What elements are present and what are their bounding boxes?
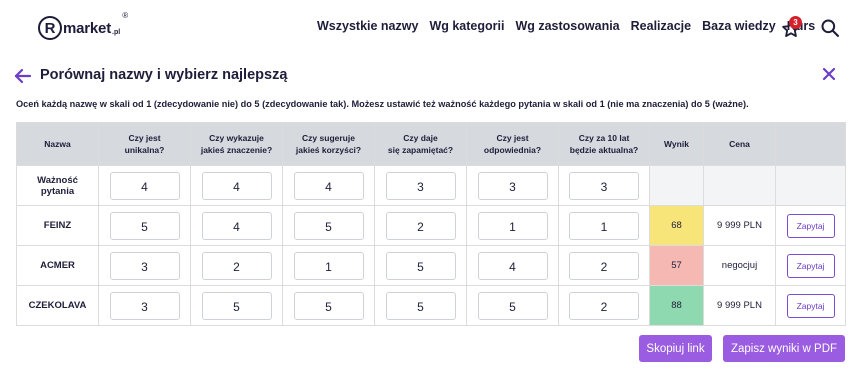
copy-link-button[interactable]: Skopiuj link [639, 335, 712, 362]
logo-suffix: .pl [112, 28, 121, 36]
save-pdf-button[interactable]: Zapisz wyniki w PDF [723, 335, 845, 362]
rating-input[interactable]: 2 [201, 251, 272, 280]
score-cell: 88 [649, 285, 704, 326]
rating-input[interactable]: 2 [569, 251, 639, 280]
rating-input[interactable]: 5 [385, 251, 456, 280]
row-name: ACMER [16, 245, 99, 286]
price-cell: 9 999 PLN [703, 205, 776, 246]
header-memorable: Czy daje się zapamiętać? [374, 122, 467, 166]
header-meaning: Czy wykazuje jakieś znaczenie? [190, 122, 283, 166]
row-name: CZEKOLAVA [16, 285, 99, 326]
rating-input[interactable]: 3 [109, 291, 180, 320]
header: R market .pl ® Wszystkie nazwy Wg katego… [0, 0, 861, 56]
rating-input[interactable]: 1 [569, 211, 639, 240]
table-header-row: Nazwa Czy jest unikalna? Czy wykazuje jaki… [16, 122, 846, 166]
logo[interactable]: R market .pl ® [38, 11, 128, 42]
weights-label: Ważność pytania [16, 165, 99, 206]
rating-input[interactable]: 5 [293, 291, 364, 320]
weight-input-1[interactable]: 4 [109, 171, 180, 200]
price-cell: negocjuj [703, 245, 776, 286]
page-title: Porównaj nazwy i wybierz najlepszą [40, 67, 288, 83]
instructions-text: Oceń każdą nazwę w skali od 1 (zdecydowa… [16, 99, 749, 109]
ask-button[interactable]: Zapytaj [786, 213, 835, 238]
comparison-table: Nazwa Czy jest unikalna? Czy wykazuje jaki… [16, 122, 846, 326]
rating-input[interactable]: 5 [385, 291, 456, 320]
rating-input[interactable]: 1 [477, 211, 548, 240]
nav-by-use[interactable]: Wg zastosowania [515, 19, 619, 33]
logo-text: market [63, 19, 111, 37]
rating-input[interactable]: 5 [201, 291, 272, 320]
rating-input[interactable]: 3 [109, 251, 180, 280]
header-appropriate: Czy jest odpowiednia? [466, 122, 559, 166]
rating-input[interactable]: 5 [109, 211, 180, 240]
header-future-proof: Czy za 10 lat będzie aktualna? [558, 122, 650, 166]
header-unique: Czy jest unikalna? [98, 122, 191, 166]
nav-knowledge-base[interactable]: Baza wiedzy [702, 19, 776, 33]
header-score: Wynik [649, 122, 704, 166]
row-name: FEINZ [16, 205, 99, 246]
table-row: FEINZ 5 4 5 2 1 1 68 9 999 PLN Zapytaj [16, 205, 846, 246]
nav-realizations[interactable]: Realizacje [631, 19, 691, 33]
back-arrow-icon[interactable] [14, 68, 32, 84]
rating-input[interactable]: 2 [569, 291, 639, 320]
table-row: ACMER 3 2 1 5 4 2 57 negocjuj Zapytaj [16, 245, 846, 286]
score-cell: 57 [649, 245, 704, 286]
header-benefits: Czy sugeruje jakieś korzyści? [282, 122, 375, 166]
favorites-count-badge: 3 [789, 16, 802, 29]
score-cell: 68 [649, 205, 704, 246]
weights-row: Ważność pytania 4 4 4 3 3 3 [16, 165, 846, 206]
price-cell: 9 999 PLN [703, 285, 776, 326]
logo-registered: ® [122, 11, 129, 20]
ask-button[interactable]: Zapytaj [786, 253, 835, 278]
weight-input-2[interactable]: 4 [201, 171, 272, 200]
weight-input-3[interactable]: 4 [293, 171, 364, 200]
rating-input[interactable]: 5 [293, 211, 364, 240]
logo-mark: R [38, 16, 62, 40]
search-icon[interactable] [820, 18, 840, 38]
weight-input-5[interactable]: 3 [477, 171, 548, 200]
main-nav: Wszystkie nazwy Wg kategorii Wg zastosow… [317, 19, 826, 33]
table-row: CZEKOLAVA 3 5 5 5 5 2 88 9 999 PLN Zapyt… [16, 285, 846, 326]
weight-input-6[interactable]: 3 [569, 171, 639, 200]
weight-input-4[interactable]: 3 [385, 171, 456, 200]
rating-input[interactable]: 2 [385, 211, 456, 240]
rating-input[interactable]: 4 [201, 211, 272, 240]
rating-input[interactable]: 1 [293, 251, 364, 280]
close-icon[interactable] [822, 67, 836, 81]
nav-all-names[interactable]: Wszystkie nazwy [317, 19, 418, 33]
rating-input[interactable]: 5 [477, 291, 548, 320]
nav-by-category[interactable]: Wg kategorii [429, 19, 504, 33]
header-action [775, 122, 846, 166]
header-name: Nazwa [16, 122, 99, 166]
ask-button[interactable]: Zapytaj [786, 293, 835, 318]
header-price: Cena [703, 122, 776, 166]
rating-input[interactable]: 4 [477, 251, 548, 280]
